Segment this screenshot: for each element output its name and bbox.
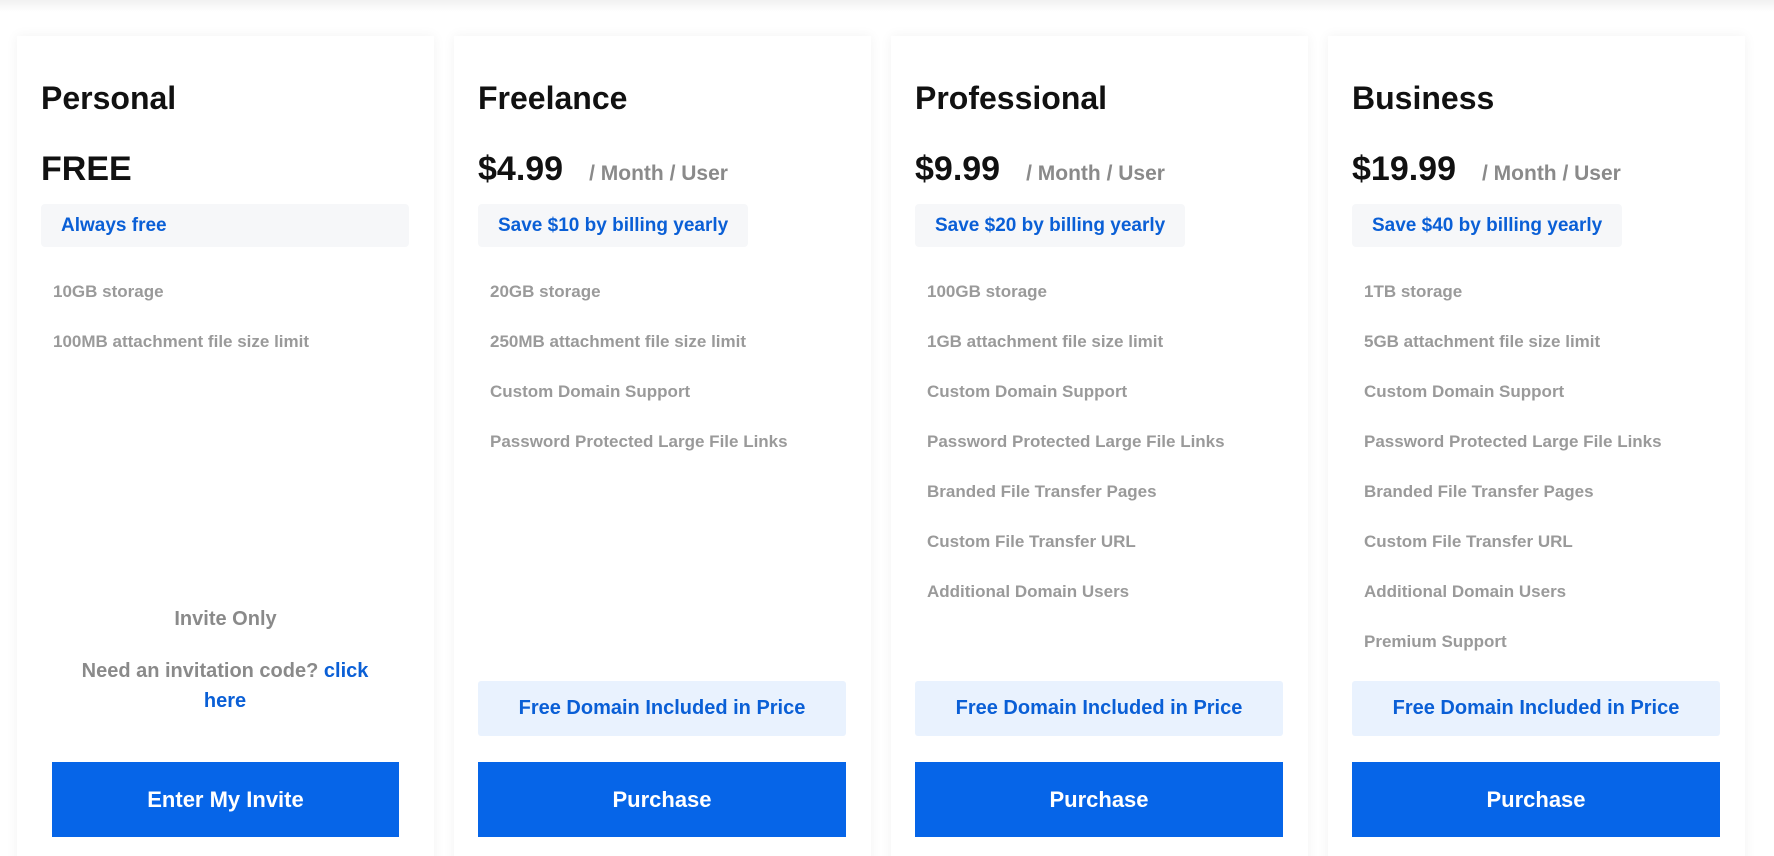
feature-item: 5GB attachment file size limit — [1364, 332, 1601, 351]
plan-price: FREE — [41, 150, 132, 188]
plan-card-business: Business $19.99 / Month / User Save $40 … — [1328, 36, 1745, 856]
free-domain-note: Free Domain Included in Price — [915, 681, 1283, 736]
purchase-button-professional[interactable]: Purchase — [915, 762, 1283, 837]
pricing-page: Personal FREE Always free 10GB storage 1… — [0, 0, 1774, 856]
invite-prompt: Need an invitation code? — [81, 660, 319, 682]
plan-name: Professional — [915, 80, 1108, 116]
plan-name: Business — [1352, 80, 1495, 116]
purchase-button-business[interactable]: Purchase — [1352, 762, 1720, 837]
feature-item: Additional Domain Users — [927, 582, 1130, 601]
feature-item: 20GB storage — [490, 282, 601, 301]
price-row: FREE — [41, 150, 132, 189]
feature-item: 100MB attachment file size limit — [53, 332, 310, 351]
free-domain-note: Free Domain Included in Price — [478, 681, 846, 736]
feature-item: Custom Domain Support — [927, 382, 1128, 401]
feature-list: 20GB storage 250MB attachment file size … — [490, 282, 788, 482]
pricing-plans: Personal FREE Always free 10GB storage 1… — [17, 36, 1745, 856]
plan-name: Freelance — [478, 80, 628, 116]
plan-name: Personal — [41, 80, 177, 116]
price-row: $19.99 / Month / User — [1352, 150, 1621, 189]
free-domain-note: Free Domain Included in Price — [1352, 681, 1720, 736]
enter-invite-button[interactable]: Enter My Invite — [52, 762, 399, 837]
feature-item: Password Protected Large File Links — [1364, 432, 1662, 451]
feature-item: Custom Domain Support — [490, 382, 691, 401]
feature-item: 250MB attachment file size limit — [490, 332, 747, 351]
purchase-button-freelance[interactable]: Purchase — [478, 762, 846, 837]
feature-item: Password Protected Large File Links — [927, 432, 1225, 451]
invite-only-label: Invite Only — [174, 608, 277, 630]
plan-price: $4.99 — [478, 150, 564, 188]
feature-item: 10GB storage — [53, 282, 164, 301]
price-row: $9.99 / Month / User — [915, 150, 1165, 189]
feature-item: Additional Domain Users — [1364, 582, 1567, 601]
top-shadow — [0, 0, 1774, 12]
plan-card-personal: Personal FREE Always free 10GB storage 1… — [17, 36, 434, 856]
feature-item: Branded File Transfer Pages — [1364, 482, 1594, 501]
feature-item: Branded File Transfer Pages — [927, 482, 1157, 501]
savings-badge: Always free — [41, 204, 409, 247]
billing-period: / Month / User — [589, 162, 728, 185]
billing-period: / Month / User — [1482, 162, 1621, 185]
feature-item: Custom File Transfer URL — [1364, 532, 1573, 551]
feature-item: 100GB storage — [927, 282, 1047, 301]
feature-item: Premium Support — [1364, 632, 1507, 651]
savings-badge: Save $10 by billing yearly — [478, 204, 749, 247]
feature-item: Password Protected Large File Links — [490, 432, 788, 451]
savings-badge: Save $40 by billing yearly — [1352, 204, 1623, 247]
feature-item: 1GB attachment file size limit — [927, 332, 1164, 351]
feature-item: Custom Domain Support — [1364, 382, 1565, 401]
feature-list: 1TB storage 5GB attachment file size lim… — [1364, 282, 1662, 682]
feature-item: 1TB storage — [1364, 282, 1463, 301]
billing-period: / Month / User — [1026, 162, 1165, 185]
plan-card-professional: Professional $9.99 / Month / User Save $… — [891, 36, 1308, 856]
plan-price: $9.99 — [915, 150, 1001, 188]
feature-item: Custom File Transfer URL — [927, 532, 1136, 551]
price-row: $4.99 / Month / User — [478, 150, 728, 189]
feature-list: 10GB storage 100MB attachment file size … — [53, 282, 309, 382]
feature-list: 100GB storage 1GB attachment file size l… — [927, 282, 1225, 632]
plan-card-freelance: Freelance $4.99 / Month / User Save $10 … — [454, 36, 871, 856]
plan-price: $19.99 — [1352, 150, 1456, 188]
savings-badge: Save $20 by billing yearly — [915, 204, 1186, 247]
invite-help-text: Need an invitation code? click here — [75, 656, 375, 716]
